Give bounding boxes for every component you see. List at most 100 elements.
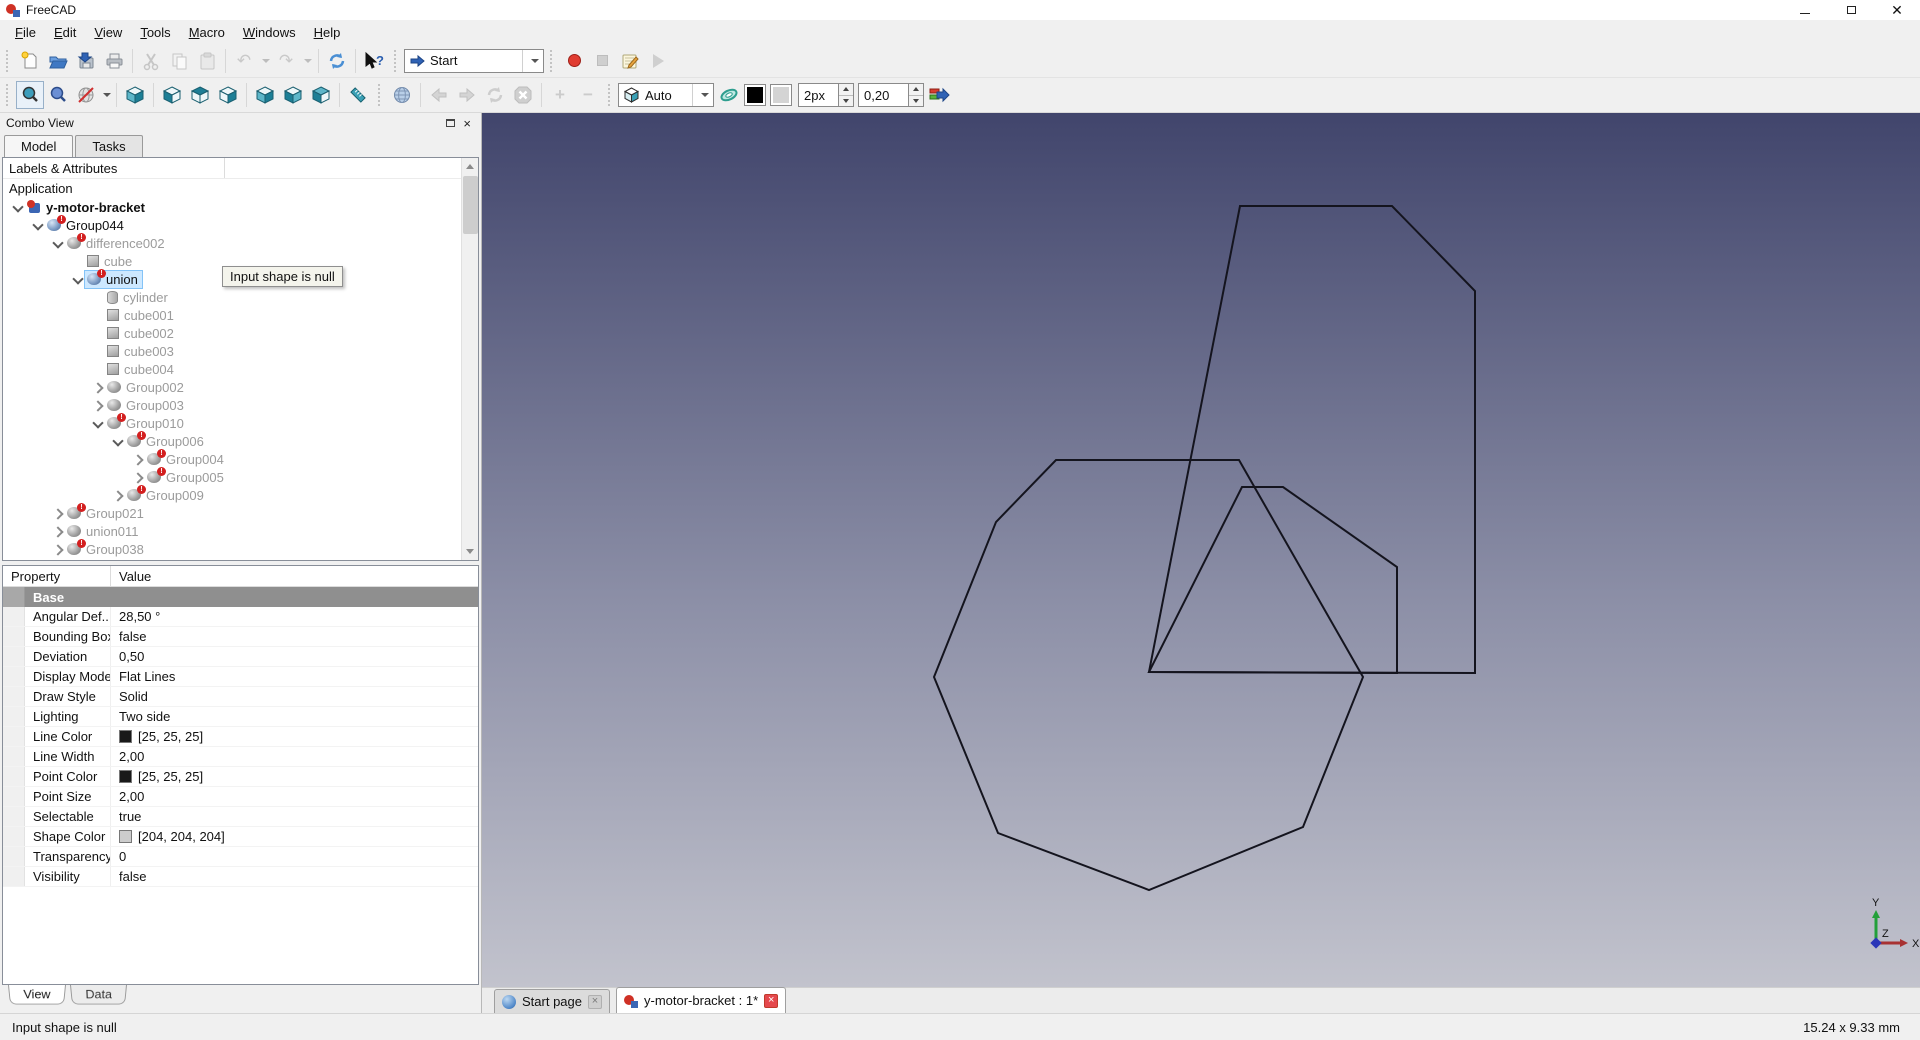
property-value[interactable]: [25, 25, 25]	[111, 727, 478, 746]
view-rear-button[interactable]	[251, 81, 279, 109]
tree-item-Group006[interactable]: ! Group006	[3, 431, 478, 450]
tree-item-body[interactable]: cube003	[105, 343, 178, 360]
document-tab-y-motor-bracket[interactable]: y-motor-bracket : 1* ×	[616, 987, 787, 1013]
tree-item-body[interactable]: ! Group021	[65, 503, 148, 522]
web-stop-button[interactable]	[509, 81, 537, 109]
line-color-swatch-button[interactable]	[744, 84, 766, 106]
view-axonometric-button[interactable]	[121, 81, 149, 109]
property-row-angular-def-[interactable]: Angular Def... 28,50 °	[3, 607, 478, 627]
tree-item-Group009[interactable]: ! Group009	[3, 485, 478, 504]
menu-item-help[interactable]: Help	[305, 22, 350, 43]
tree-item-Group005[interactable]: ! Group005	[3, 467, 478, 486]
view-top-button[interactable]	[186, 81, 214, 109]
zoom-in-button[interactable]: +	[546, 81, 574, 109]
tab-view[interactable]: View	[8, 985, 66, 1005]
property-row-shape-color[interactable]: Shape Color [204, 204, 204]	[3, 827, 478, 847]
tab-data[interactable]: Data	[69, 985, 128, 1005]
wireframe-shape-3[interactable]	[1147, 486, 1398, 675]
tree-item-body[interactable]: ! Group009	[125, 485, 208, 504]
tree-item-body[interactable]: ! Group010	[105, 413, 188, 432]
spin-down-button[interactable]	[909, 94, 923, 106]
macro-stop-button[interactable]	[588, 47, 616, 75]
property-value[interactable]: false	[111, 867, 478, 886]
chevron-right-icon[interactable]	[51, 506, 65, 520]
tab-tasks[interactable]: Tasks	[75, 135, 143, 157]
wireframe-shape-2[interactable]	[932, 459, 1365, 892]
fit-selection-button[interactable]	[44, 81, 72, 109]
tree-item-body[interactable]: ! difference002	[65, 233, 169, 252]
3d-viewport[interactable]: Y X Z	[482, 113, 1920, 987]
appearance-auto-dropdown[interactable]: Auto	[618, 83, 714, 107]
tree-item-cube001[interactable]: cube001	[3, 306, 478, 324]
property-value[interactable]: 28,50 °	[111, 607, 478, 626]
tab-model[interactable]: Model	[4, 135, 74, 158]
property-value[interactable]: Flat Lines	[111, 667, 478, 686]
tree-item-body[interactable]: cube004	[105, 361, 178, 378]
property-row-selectable[interactable]: Selectable true	[3, 807, 478, 827]
redo-button[interactable]: ↷	[272, 47, 300, 75]
document-tab-start[interactable]: Start page ×	[494, 989, 610, 1013]
tree-item-body[interactable]: ! Group004	[145, 449, 228, 468]
property-value[interactable]: Two side	[111, 707, 478, 726]
macro-play-button[interactable]	[644, 47, 672, 75]
property-row-bounding-box[interactable]: Bounding Box false	[3, 627, 478, 647]
tab-close-button[interactable]: ×	[588, 994, 602, 1009]
tree-item-Group038[interactable]: ! Group038	[3, 539, 478, 558]
window-close-button[interactable]: ✕	[1874, 0, 1920, 20]
property-row-transparency[interactable]: Transparency 0	[3, 847, 478, 867]
chevron-right-icon[interactable]	[91, 380, 105, 394]
deviation-spinbox[interactable]: 0,20	[858, 83, 924, 107]
save-button[interactable]	[72, 47, 100, 75]
tree-item-Group004[interactable]: ! Group004	[3, 449, 478, 468]
apply-style-button[interactable]	[924, 81, 954, 109]
chevron-down-icon[interactable]	[91, 416, 105, 430]
tab-close-button[interactable]: ×	[764, 993, 779, 1008]
menu-item-edit[interactable]: Edit	[45, 22, 85, 43]
chevron-down-icon[interactable]	[31, 218, 45, 232]
web-forward-button[interactable]	[453, 81, 481, 109]
tree-item-body[interactable]: Group003	[105, 397, 188, 414]
panel-float-button[interactable]	[446, 119, 456, 127]
fit-all-button[interactable]	[16, 81, 44, 109]
new-document-button[interactable]	[16, 47, 44, 75]
menu-item-windows[interactable]: Windows	[234, 22, 305, 43]
chevron-right-icon[interactable]	[111, 488, 125, 502]
property-row-deviation[interactable]: Deviation 0,50	[3, 647, 478, 667]
tree-item-body[interactable]: cube002	[105, 325, 178, 342]
chevron-down-icon[interactable]	[71, 272, 85, 286]
undo-dropdown-button[interactable]	[258, 47, 272, 75]
property-row-line-color[interactable]: Line Color [25, 25, 25]	[3, 727, 478, 747]
print-button[interactable]	[100, 47, 128, 75]
chevron-right-icon[interactable]	[51, 524, 65, 538]
property-group-base[interactable]: Base	[3, 587, 478, 607]
property-value[interactable]: 2,00	[111, 747, 478, 766]
tree-item-Group021[interactable]: ! Group021	[3, 503, 478, 522]
tree-item-union011[interactable]: union011	[3, 522, 478, 540]
open-document-button[interactable]	[44, 47, 72, 75]
tree-item-body[interactable]: cube	[85, 253, 136, 270]
property-value[interactable]: 0	[111, 847, 478, 866]
tree-item-Group010[interactable]: ! Group010	[3, 413, 478, 432]
tree-item-cylinder[interactable]: cylinder	[3, 288, 478, 306]
tree-item-body[interactable]: ! Group005	[145, 467, 228, 486]
tree-item-y-motor-bracket[interactable]: y-motor-bracket	[3, 198, 478, 216]
tree-item-Group002[interactable]: Group002	[3, 378, 478, 396]
tree-item-body[interactable]: ! Group006	[125, 431, 208, 450]
tree-item-body[interactable]: ! union	[84, 269, 143, 289]
tree-item-cube004[interactable]: cube004	[3, 360, 478, 378]
property-row-point-color[interactable]: Point Color [25, 25, 25]	[3, 767, 478, 787]
property-value[interactable]: [25, 25, 25]	[111, 767, 478, 786]
workbench-selector[interactable]: Start	[404, 48, 544, 73]
undo-button[interactable]: ↶	[230, 47, 258, 75]
tree-item-body[interactable]: union011	[65, 523, 143, 540]
menu-item-tools[interactable]: Tools	[131, 22, 179, 43]
property-row-lighting[interactable]: Lighting Two side	[3, 707, 478, 727]
property-value[interactable]: true	[111, 807, 478, 826]
macro-edit-button[interactable]	[616, 47, 644, 75]
scrollbar-thumb[interactable]	[463, 176, 478, 234]
property-value[interactable]: [204, 204, 204]	[111, 827, 478, 846]
whats-this-button[interactable]: ?	[360, 47, 388, 75]
property-row-point-size[interactable]: Point Size 2,00	[3, 787, 478, 807]
refresh-button[interactable]	[323, 47, 351, 75]
spin-up-button[interactable]	[839, 84, 853, 95]
